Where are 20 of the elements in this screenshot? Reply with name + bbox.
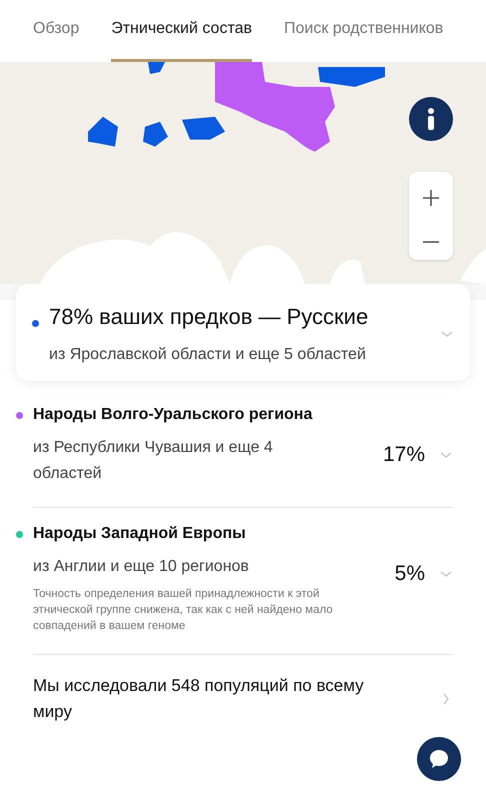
tab[interactable]: Поиск родственников [284,17,444,62]
ethnicity-title: 78% ваших предков — Русские [49,303,368,331]
ethnicity-subtitle: из Республики Чувашия и еще 4 областей [33,438,274,484]
minus-icon [422,241,440,243]
ethnicity-row[interactable]: Народы Западной Европы из Англии и еще 10 регионов Точность определения вашей принадлежности к этой этнической группе снижена, так как с ней найдено мало совпадений в вашем геноме 5% [33,508,453,655]
ethnicity-percent: 17% [382,442,425,468]
chat-bubble-icon [428,748,450,770]
zoom-in-button[interactable] [422,189,440,207]
info-icon [427,108,435,130]
ethnicity-percent: 5% [394,561,425,587]
ethnicity-subtitle: из Англии и еще 10 регионов [33,557,250,577]
ethnicity-title: Народы Волго-Уральского региона [33,405,312,425]
ethnicity-row[interactable]: Народы Волго-Уральского региона из Республики Чувашия и еще 4 областей 17% [33,389,453,508]
tab[interactable]: Обзор [33,17,80,62]
populations-link[interactable]: Мы исследовали 548 популяций по всему миру [33,655,453,725]
plus-icon [422,189,440,207]
ethnicity-title: Народы Западной Европы [33,524,246,544]
accuracy-note: Точность определения вашей принадлежности к этой этнической группе снижена, так как с ней найдено мало совпадений в вашем геноме [33,587,333,634]
chat-button[interactable] [417,737,461,781]
ethnicity-subtitle: из Ярославской области и еще 5 областей [48,345,367,365]
